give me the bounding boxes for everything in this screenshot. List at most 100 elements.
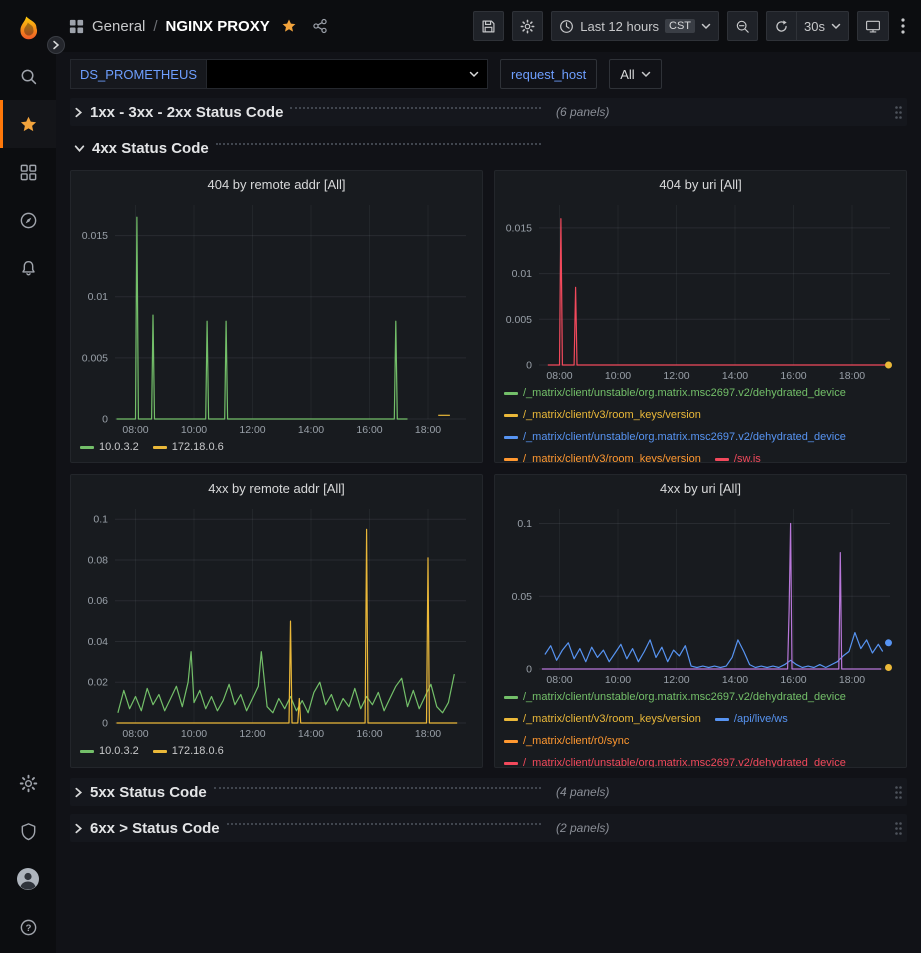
legend-item[interactable]: /api/live/ws xyxy=(715,710,788,729)
svg-text:0.05: 0.05 xyxy=(512,591,533,603)
legend-series-color-mark xyxy=(80,750,94,753)
row-6xx-status-code[interactable]: 6xx > Status Code (2 panels) xyxy=(70,814,907,842)
row-1xx-3xx-2xx-status-code[interactable]: 1xx - 3xx - 2xx Status Code (6 panels) xyxy=(70,98,907,126)
row-5xx-status-code[interactable]: 5xx Status Code (4 panels) xyxy=(70,778,907,806)
breadcrumb: General / NGINX PROXY xyxy=(92,18,270,35)
svg-text:14:00: 14:00 xyxy=(722,370,748,382)
row-drag-handle[interactable] xyxy=(894,785,903,800)
legend-item[interactable]: /_matrix/client/v3/room_keys/version xyxy=(504,450,701,462)
share-dashboard-button[interactable] xyxy=(308,14,332,38)
svg-text:10:00: 10:00 xyxy=(181,424,207,436)
legend-item[interactable]: /_matrix/client/unstable/org.matrix.msc2… xyxy=(504,428,846,447)
datasource-variable: DS_PROMETHEUS xyxy=(70,59,488,89)
sidebar-item-profile[interactable] xyxy=(0,855,56,903)
legend-item[interactable]: /_matrix/client/v3/room_keys/version xyxy=(504,406,701,425)
svg-text:12:00: 12:00 xyxy=(239,728,265,740)
request-host-label-text: request_host xyxy=(511,67,586,82)
legend-item[interactable]: /_matrix/client/unstable/org.matrix.msc2… xyxy=(504,384,846,403)
main-area: General / NGINX PROXY xyxy=(56,0,921,953)
datasource-variable-label[interactable]: DS_PROMETHEUS xyxy=(70,59,206,89)
svg-text:0.04: 0.04 xyxy=(88,636,109,648)
sidebar-item-alerting[interactable] xyxy=(0,244,56,292)
chevron-down-icon xyxy=(831,23,841,30)
svg-text:16:00: 16:00 xyxy=(356,424,382,436)
timeseries-chart-4xx-by-remote-addr: 08:0010:0012:0014:0016:0018:0000.020.040… xyxy=(71,501,482,741)
legend-item[interactable]: 10.0.3.2 xyxy=(80,742,139,761)
svg-text:18:00: 18:00 xyxy=(839,674,865,686)
sidebar-item-explore[interactable] xyxy=(0,196,56,244)
sidebar-item-configuration[interactable] xyxy=(0,759,56,807)
sidebar-item-server-admin[interactable] xyxy=(0,807,56,855)
cycle-view-mode-button[interactable] xyxy=(857,11,889,41)
svg-text:14:00: 14:00 xyxy=(298,424,324,436)
panel-title[interactable]: 4xx by remote addr [All] xyxy=(71,475,482,501)
panel-title[interactable]: 404 by uri [All] xyxy=(495,171,906,197)
dashboard-variables-bar: DS_PROMETHEUS request_host All xyxy=(56,52,921,96)
legend-series-color-mark xyxy=(715,718,729,721)
favorite-star-button[interactable] xyxy=(277,14,301,38)
row-title: 6xx > Status Code xyxy=(90,820,220,837)
legend-item[interactable]: /_matrix/client/v3/room_keys/version xyxy=(504,710,701,729)
legend-series-color-mark xyxy=(80,446,94,449)
row-dotted-filler xyxy=(216,143,541,145)
star-icon xyxy=(19,115,38,134)
legend-item[interactable]: /_matrix/client/unstable/org.matrix.msc2… xyxy=(504,688,846,707)
refresh-dashboard-button[interactable] xyxy=(766,11,796,41)
row-dotted-filler xyxy=(227,823,541,825)
legend-series-color-mark xyxy=(504,458,518,461)
svg-text:0.1: 0.1 xyxy=(517,518,532,530)
legend-item[interactable]: /_matrix/client/unstable/org.matrix.msc2… xyxy=(504,754,846,767)
datasource-variable-select[interactable] xyxy=(206,59,488,89)
legend-item[interactable]: 10.0.3.2 xyxy=(80,438,139,457)
request-host-variable-select[interactable]: All xyxy=(609,59,661,89)
svg-text:0.01: 0.01 xyxy=(88,291,109,303)
drag-handle-icon xyxy=(894,785,903,800)
panel-4xx-by-uri: 4xx by uri [All] 08:0010:0012:0014:0016:… xyxy=(494,474,907,768)
svg-text:0.005: 0.005 xyxy=(82,352,108,364)
dashboard-settings-button[interactable] xyxy=(512,11,543,41)
sidebar-item-help[interactable]: ? xyxy=(0,903,56,951)
panel-title[interactable]: 404 by remote addr [All] xyxy=(71,171,482,197)
refresh-control: 30s xyxy=(766,11,849,41)
chevron-down-icon xyxy=(701,23,711,30)
row-4xx-status-code[interactable]: 4xx Status Code xyxy=(70,134,907,162)
sidebar-expand-button[interactable] xyxy=(47,36,65,54)
legend-item[interactable]: /_matrix/client/r0/sync xyxy=(504,732,629,751)
svg-text:14:00: 14:00 xyxy=(722,674,748,686)
legend-item[interactable]: /sw.js xyxy=(715,450,761,462)
panel-title[interactable]: 4xx by uri [All] xyxy=(495,475,906,501)
svg-text:16:00: 16:00 xyxy=(356,728,382,740)
svg-text:0.08: 0.08 xyxy=(88,555,109,567)
timeseries-chart-4xx-by-uri: 08:0010:0012:0014:0016:0018:0000.050.1 xyxy=(495,501,906,687)
panel-404-by-remote-addr: 404 by remote addr [All] 08:0010:0012:00… xyxy=(70,170,483,463)
row-drag-handle[interactable] xyxy=(894,105,903,120)
dashboard-scroll-area: 1xx - 3xx - 2xx Status Code (6 panels) xyxy=(56,96,921,953)
svg-text:16:00: 16:00 xyxy=(780,370,806,382)
sidebar-item-search[interactable] xyxy=(0,52,56,100)
save-dashboard-button[interactable] xyxy=(473,11,504,41)
drag-handle-icon xyxy=(894,821,903,836)
refresh-interval-picker[interactable]: 30s xyxy=(796,11,849,41)
save-icon xyxy=(481,19,496,34)
chevron-down-icon xyxy=(469,71,479,78)
zoom-out-icon xyxy=(735,19,750,34)
sidebar-item-dashboards[interactable] xyxy=(0,148,56,196)
breadcrumb-section[interactable]: General xyxy=(92,18,145,35)
row-panel-count: (6 panels) xyxy=(556,105,609,119)
sidebar-item-starred[interactable] xyxy=(0,100,56,148)
legend-series-color-mark xyxy=(715,458,729,461)
zoom-out-time-button[interactable] xyxy=(727,11,758,41)
row-drag-handle[interactable] xyxy=(894,821,903,836)
time-range-picker[interactable]: Last 12 hours CST xyxy=(551,11,719,41)
breadcrumb-dashboard-title[interactable]: NGINX PROXY xyxy=(166,18,270,35)
request-host-variable-label[interactable]: request_host xyxy=(500,59,597,89)
svg-text:0.015: 0.015 xyxy=(506,222,532,234)
legend-item[interactable]: 172.18.0.6 xyxy=(153,742,224,761)
svg-text:0.015: 0.015 xyxy=(82,230,108,242)
help-icon: ? xyxy=(19,918,38,937)
compass-icon xyxy=(19,211,38,230)
svg-text:08:00: 08:00 xyxy=(122,424,148,436)
topbar-kebab-menu[interactable] xyxy=(897,14,909,38)
svg-text:0.1: 0.1 xyxy=(93,514,108,526)
legend-item[interactable]: 172.18.0.6 xyxy=(153,438,224,457)
